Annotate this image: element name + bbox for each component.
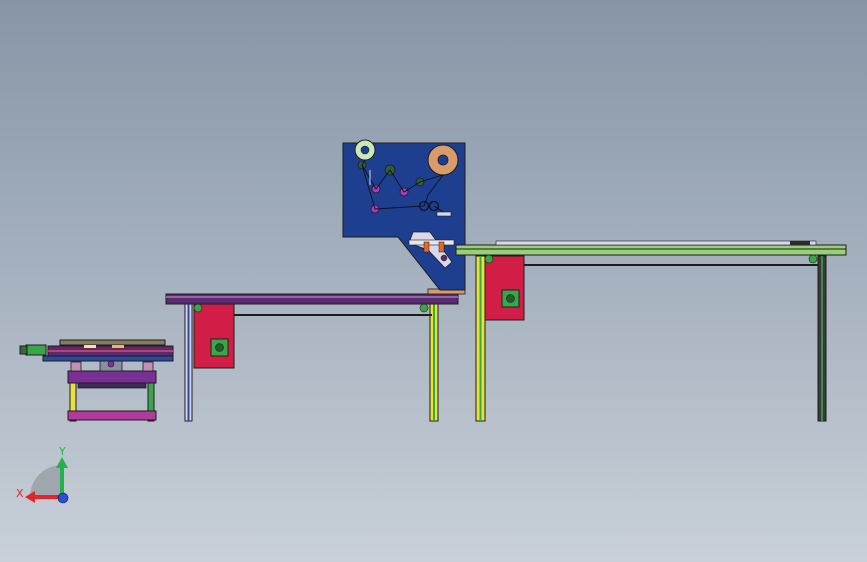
feeder-lower-frame (67, 370, 157, 384)
coordinate-triad-icon: Y X (16, 445, 69, 504)
right-end-roller-right (808, 254, 818, 264)
feeder-cylinder-body (25, 344, 47, 356)
right-end-roller-left (484, 254, 494, 264)
triad-y-arrow (56, 457, 68, 468)
feeder-mid-panel (77, 382, 147, 389)
feeder-base-beam (67, 410, 157, 421)
feeder-cylinder-cap (19, 345, 28, 355)
triad-y-label: Y (58, 445, 66, 458)
feeder-top-plate (59, 339, 166, 346)
feeder-bracket-left (70, 361, 82, 372)
feeder-marker-2 (112, 345, 124, 348)
right-motor-shaft (506, 294, 515, 303)
right-end-stop (790, 241, 810, 245)
feeder-bracket-right (142, 361, 154, 372)
right-motor-housing (484, 255, 525, 321)
feeder-table[interactable] (19, 339, 174, 422)
triad-x-label: X (16, 487, 24, 500)
peel-plate (436, 211, 452, 217)
middle-end-roller-right (419, 303, 429, 313)
assembly-drawing[interactable]: Y X (0, 0, 867, 562)
cad-viewport[interactable]: Y X (0, 0, 867, 562)
feeder-base-plate (42, 355, 174, 362)
triad-z-origin (57, 492, 69, 504)
label-roll-core (437, 154, 449, 166)
feeder-center-knob (107, 360, 115, 368)
right-conveyor[interactable] (455, 240, 847, 422)
right-conveyor-frame (455, 244, 847, 256)
feeder-marker-1 (84, 345, 96, 348)
right-guide-rail (495, 240, 817, 246)
middle-end-roller-left (193, 303, 203, 313)
middle-motor-shaft (215, 343, 224, 352)
middle-conveyor-frame (165, 293, 459, 305)
middle-conveyor[interactable] (165, 288, 466, 422)
rewind-roller-core (360, 145, 370, 155)
triad-x-arrow (25, 491, 35, 503)
labeling-head[interactable] (342, 139, 466, 291)
middle-motor-housing (193, 303, 235, 369)
